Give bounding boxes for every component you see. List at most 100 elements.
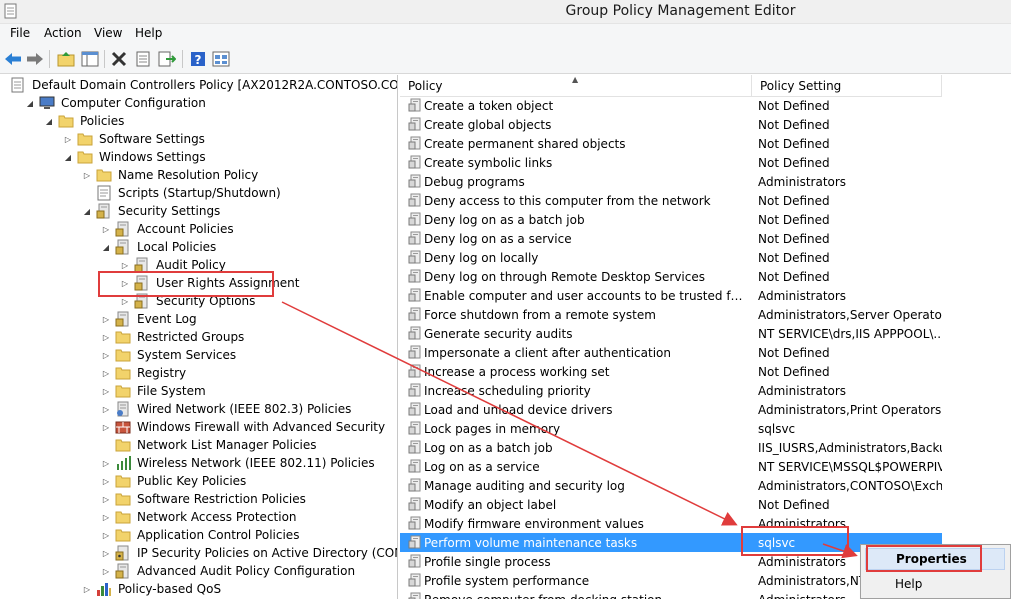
policy-row[interactable]: Modify firmware environment values Admini… <box>400 514 1011 533</box>
export-icon[interactable] <box>157 49 177 69</box>
collapse-icon[interactable]: ◢ <box>25 94 35 112</box>
expand-icon[interactable]: ▷ <box>101 472 111 490</box>
menu-action[interactable]: Action <box>40 26 86 40</box>
policy-row[interactable]: Force shutdown from a remote system Admin… <box>400 305 1011 324</box>
policy-row[interactable]: Increase scheduling priority Administrato… <box>400 381 1011 400</box>
expand-icon[interactable]: ▷ <box>101 526 111 544</box>
expand-icon[interactable]: ▷ <box>101 220 111 238</box>
policy-row[interactable]: Manage auditing and security log Administ… <box>400 476 1011 495</box>
policy-row[interactable]: Deny log on as a service Not Defined <box>400 229 1011 248</box>
context-menu-help[interactable]: Help <box>865 573 1005 595</box>
tree-item-label: Windows Settings <box>99 150 206 164</box>
tree-item[interactable]: ▷ IP Security Policies on Active Director… <box>101 544 397 562</box>
properties-icon[interactable] <box>133 49 153 69</box>
policy-row[interactable]: Modify an object label Not Defined <box>400 495 1011 514</box>
policy-row[interactable]: Load and unload device drivers Administra… <box>400 400 1011 419</box>
policy-row[interactable]: Create a token object Not Defined <box>400 96 1011 115</box>
tree-item[interactable]: ▷ Security Options <box>120 292 257 310</box>
policy-row[interactable]: Create global objects Not Defined <box>400 115 1011 134</box>
tree-item[interactable]: ▷ Windows Firewall with Advanced Security <box>101 418 387 436</box>
tree-item-label: Security Options <box>156 294 256 308</box>
policy-row[interactable]: Deny log on through Remote Desktop Servi… <box>400 267 1011 286</box>
expand-icon[interactable]: ▷ <box>101 490 111 508</box>
folder-icon <box>115 509 131 525</box>
tree-item[interactable]: ▷ Network Access Protection <box>101 508 299 526</box>
tree-item[interactable]: ◢ Security Settings <box>82 202 222 220</box>
tree-item[interactable]: Scripts (Startup/Shutdown) <box>82 184 283 202</box>
tree-item-label: Wireless Network (IEEE 802.11) Policies <box>137 456 375 470</box>
expand-icon[interactable]: ▷ <box>101 328 111 346</box>
tree-item[interactable]: ▷ Public Key Policies <box>101 472 248 490</box>
tree-item[interactable]: Network List Manager Policies <box>101 436 319 454</box>
expand-icon[interactable]: ▷ <box>82 580 92 598</box>
tree-item[interactable]: ◢ Windows Settings <box>63 148 208 166</box>
policy-row[interactable]: Deny log on as a batch job Not Defined <box>400 210 1011 229</box>
tree-item[interactable]: ▷ Name Resolution Policy <box>82 166 260 184</box>
policy-row[interactable]: Create symbolic links Not Defined <box>400 153 1011 172</box>
policy-row[interactable]: Deny log on locally Not Defined <box>400 248 1011 267</box>
expand-icon[interactable]: ▷ <box>101 544 111 562</box>
expand-icon[interactable]: ▷ <box>101 562 111 580</box>
tree-item[interactable]: ▷ Event Log <box>101 310 199 328</box>
collapse-icon[interactable]: ◢ <box>101 238 111 256</box>
tree-item[interactable]: ▷ Wired Network (IEEE 802.3) Policies <box>101 400 353 418</box>
console-tree[interactable]: Default Domain Controllers Policy [AX201… <box>0 75 398 599</box>
expand-icon[interactable]: ▷ <box>120 256 130 274</box>
policy-list[interactable]: Policy Policy Setting ▲ Create a token o… <box>400 75 1011 599</box>
collapse-icon[interactable]: ◢ <box>82 202 92 220</box>
expand-icon[interactable]: ▷ <box>101 454 111 472</box>
expand-icon[interactable]: ▷ <box>101 382 111 400</box>
tree-item[interactable]: ▷ Advanced Audit Policy Configuration <box>101 562 357 580</box>
tree-item[interactable]: ▷ File System <box>101 382 208 400</box>
expand-icon[interactable]: ▷ <box>101 400 111 418</box>
expand-icon[interactable]: ▷ <box>82 166 92 184</box>
forward-icon[interactable] <box>25 49 45 69</box>
policy-row[interactable]: Lock pages in memory sqlsvc <box>400 419 1011 438</box>
tree-item[interactable]: ▷ Audit Policy <box>120 256 228 274</box>
expand-icon[interactable]: ▷ <box>101 346 111 364</box>
policy-row[interactable]: Enable computer and user accounts to be … <box>400 286 1011 305</box>
expand-icon[interactable]: ▷ <box>63 130 73 148</box>
back-icon[interactable] <box>3 49 23 69</box>
policy-row[interactable]: Log on as a service NT SERVICE\MSSQL$POWE… <box>400 457 1011 476</box>
menu-view[interactable]: View <box>90 26 126 40</box>
policy-row[interactable]: Create permanent shared objects Not Defin… <box>400 134 1011 153</box>
expand-icon[interactable]: ▷ <box>101 310 111 328</box>
tree-item[interactable]: ◢ Policies <box>44 112 126 130</box>
policy-row[interactable]: Generate security audits NT SERVICE\drs,I… <box>400 324 1011 343</box>
expand-icon[interactable]: ▷ <box>101 418 111 436</box>
collapse-icon[interactable]: ◢ <box>63 148 73 166</box>
context-menu-properties[interactable]: Properties <box>865 548 1005 570</box>
tree-item[interactable]: ▷ Account Policies <box>101 220 236 238</box>
policy-row[interactable]: Log on as a batch job IIS_IUSRS,Administr… <box>400 438 1011 457</box>
show-hide-tree-icon[interactable] <box>80 49 100 69</box>
delete-icon[interactable] <box>109 49 129 69</box>
policy-row[interactable]: Impersonate a client after authenticatio… <box>400 343 1011 362</box>
tree-item[interactable]: ◢ Computer Configuration <box>25 94 208 112</box>
up-folder-icon[interactable] <box>56 49 76 69</box>
view-icon[interactable] <box>211 49 231 69</box>
column-header-policy-setting[interactable]: Policy Setting <box>752 75 942 97</box>
tree-item[interactable]: ▷ System Services <box>101 346 238 364</box>
tree-item[interactable]: ▷ User Rights Assignment <box>120 274 301 292</box>
expand-icon[interactable]: ▷ <box>101 364 111 382</box>
policy-row[interactable]: Debug programs Administrators <box>400 172 1011 191</box>
tree-item[interactable]: ▷ Application Control Policies <box>101 526 301 544</box>
menu-file[interactable]: File <box>6 26 34 40</box>
policy-row[interactable]: Deny access to this computer from the ne… <box>400 191 1011 210</box>
tree-item[interactable]: ▷ Software Restriction Policies <box>101 490 308 508</box>
expand-icon[interactable]: ▷ <box>120 292 130 310</box>
tree-item[interactable]: ▷ Software Settings <box>63 130 207 148</box>
tree-item[interactable]: ▷ Registry <box>101 364 188 382</box>
expand-icon[interactable]: ▷ <box>101 508 111 526</box>
menu-help[interactable]: Help <box>131 26 166 40</box>
tree-item[interactable]: ▷ Wireless Network (IEEE 802.11) Policies <box>101 454 377 472</box>
tree-item[interactable]: Default Domain Controllers Policy [AX201… <box>6 76 397 94</box>
tree-item[interactable]: ▷ Restricted Groups <box>101 328 246 346</box>
collapse-icon[interactable]: ◢ <box>44 112 54 130</box>
tree-item[interactable]: ▷ Policy-based QoS <box>82 580 223 598</box>
expand-icon[interactable]: ▷ <box>120 274 130 292</box>
tree-item[interactable]: ◢ Local Policies <box>101 238 218 256</box>
help-icon[interactable]: ? <box>188 49 208 69</box>
policy-row[interactable]: Increase a process working set Not Define… <box>400 362 1011 381</box>
